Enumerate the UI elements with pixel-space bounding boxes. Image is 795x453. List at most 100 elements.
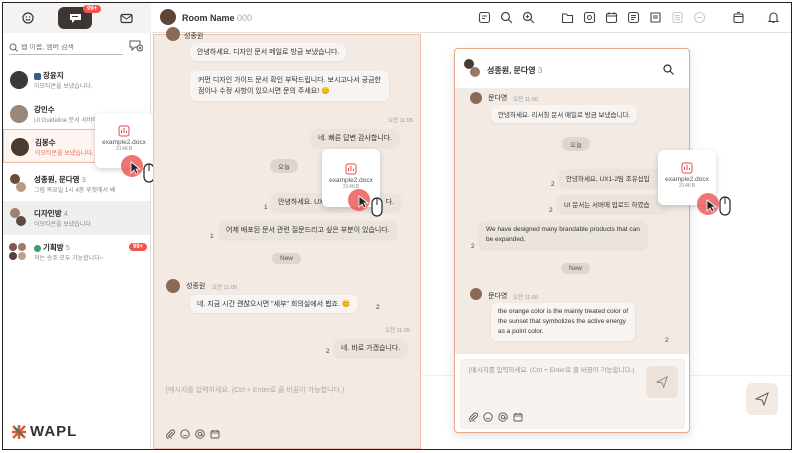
- mouse-icon: [719, 196, 731, 216]
- panel-message-input[interactable]: [메시지를 입력하세요. (Ctrl + Enter로 줄 바꿈이 가능합니다.…: [469, 366, 639, 375]
- cursor-icon: [130, 161, 142, 175]
- sender-name: 성종원: [184, 33, 204, 40]
- message-bubble[interactable]: 안녕하세요. 디자인 문서 메일로 방금 보냈습니다.: [190, 43, 347, 61]
- read-count: 2: [326, 348, 330, 355]
- cursor-icon: [358, 195, 370, 209]
- sidebar-tabs: 99+: [3, 3, 151, 33]
- message-bubble[interactable]: the orange color is the mainly treated c…: [491, 303, 636, 341]
- read-count: 1: [264, 204, 268, 211]
- mention-icon[interactable]: [195, 429, 205, 439]
- calendar-icon[interactable]: [605, 11, 618, 24]
- avatar: [18, 252, 26, 260]
- file-chart-icon: [681, 162, 693, 174]
- room-preview: UI Guideline 문서 서버에: [34, 118, 98, 124]
- avatar: [10, 71, 28, 89]
- avatar: [166, 279, 180, 293]
- message-bubble[interactable]: 네. 바로 가겠습니다.: [334, 339, 408, 357]
- message-bubble[interactable]: 네. 빠른 답변 감사합니다.: [311, 129, 400, 147]
- avatar: [9, 252, 17, 260]
- search-icon[interactable]: [663, 64, 674, 75]
- message-line: be expanded.: [486, 236, 526, 243]
- attach-icon[interactable]: [469, 412, 478, 422]
- archive-icon[interactable]: [732, 11, 745, 24]
- panel-messages: 문다영 오전 11:00 안녕하세요. 리서칭 문서 메일로 방금 보냈습니다.…: [455, 89, 689, 354]
- avatar: [470, 92, 482, 104]
- message-bubble[interactable]: 안녕하세요, UX1-2팀 조유섭입: [559, 169, 669, 187]
- message-input[interactable]: [메시지를 입력하세요. (Ctrl + Enter로 줄 바꿈이 가능합니다.…: [166, 385, 344, 395]
- board-icon[interactable]: [478, 11, 491, 24]
- schedule-icon[interactable]: [210, 429, 220, 439]
- message-time: 오전 11:05: [385, 328, 411, 334]
- message-bubble[interactable]: 네. 지금 시간 괜찮으시면 "세부" 회의실에서 뵙죠. 😊: [190, 295, 358, 313]
- avatar: [18, 243, 26, 251]
- talk-file-icon[interactable]: [583, 11, 596, 24]
- file-chart-icon: [345, 163, 357, 175]
- panel-input-toolbar: [469, 412, 523, 422]
- note-icon[interactable]: [627, 11, 640, 24]
- wapl-logo-icon: [12, 424, 26, 439]
- avatar: [470, 67, 480, 77]
- chat-header: Room Name 000: [152, 3, 791, 33]
- new-chat-button[interactable]: [129, 39, 144, 54]
- room-name: 디자인방 4: [34, 209, 68, 218]
- tab-chats[interactable]: 99+: [58, 5, 102, 29]
- avatar: [11, 138, 29, 156]
- popout-chat-panel: 성종원, 문다영 3 문다영 오전 11:00 안녕하세요. 리서칭 문서 메일…: [454, 48, 690, 433]
- room-item[interactable]: 기획방 5 저는 승주 모두 가능합니다~ 99+: [3, 235, 150, 269]
- chat-icon: [69, 14, 81, 23]
- message-line: 커먼 디자인 가이드 문서 확인 부탁드립니다. 보시고나서 궁금한: [198, 77, 381, 84]
- emoji-icon[interactable]: [483, 412, 493, 422]
- message-line: 점이나 수정 사항이 있으시면 문의 주세요! 😊: [198, 88, 330, 95]
- room-item[interactable]: 디자인방 4 이모티콘을 보냈습니다.: [3, 201, 150, 235]
- group-badge-icon: [34, 244, 41, 252]
- read-count: 2: [665, 337, 669, 344]
- file-name: example2.docx: [102, 139, 146, 146]
- app-window: 99+ 장윤지 이모티콘을 보냈습니다. 강민수 UI Guideline 문서…: [2, 2, 792, 450]
- unread-badge: 99+: [129, 243, 148, 251]
- panel-title: 성종원, 문다영 3: [487, 66, 543, 75]
- read-count: 2: [551, 181, 555, 188]
- tab-mail[interactable]: [109, 7, 143, 29]
- attach-icon[interactable]: [166, 429, 175, 439]
- message-bubble[interactable]: 안녕하세요. 리서칭 문서 메일로 방금 보냈습니다.: [491, 105, 638, 123]
- room-title: Room Name 000: [182, 13, 253, 23]
- emoji-icon[interactable]: [180, 429, 190, 439]
- message-bubble[interactable]: 커먼 디자인 가이드 문서 확인 부탁드립니다. 보시고나서 궁금한점이나 수정…: [190, 71, 389, 101]
- file-size: 314KB: [342, 184, 360, 190]
- schedule-icon[interactable]: [513, 412, 523, 422]
- message-input-area[interactable]: [메시지를 입력하세요. (Ctrl + Enter로 줄 바꿈이 가능합니다.…: [154, 375, 420, 448]
- message-time: 오전 11:00: [513, 97, 539, 103]
- send-button[interactable]: [746, 383, 778, 415]
- room-preview: 이모티콘을 보냈습니다.: [34, 222, 93, 228]
- message-bubble[interactable]: 어제 배포된 문서 관련 질문드리고 싶은 부분이 있습니다.: [219, 221, 397, 239]
- room-name: 장윤지: [34, 70, 64, 81]
- message-bubble[interactable]: We have designed many brandable products…: [479, 221, 647, 249]
- message-line: the orange color is the mainly treated c…: [498, 308, 629, 315]
- date-divider: 오늘: [562, 137, 590, 151]
- search-plus-icon[interactable]: [522, 11, 535, 24]
- chat-badge: 99+: [83, 5, 102, 13]
- message-time: 오전 11:05: [388, 118, 414, 124]
- search-icon[interactable]: [500, 11, 513, 24]
- room-item[interactable]: 장윤지 이모티콘을 보냈습니다.: [3, 63, 150, 97]
- sidebar: 99+ 장윤지 이모티콘을 보냈습니다. 강민수 UI Guideline 문서…: [3, 3, 155, 449]
- panel-send-button[interactable]: [646, 366, 678, 398]
- room-name: 기획방 5: [34, 242, 70, 253]
- tab-friends[interactable]: [11, 7, 45, 29]
- mail-icon: [119, 13, 133, 23]
- message-bubble[interactable]: UI 문서는 서버에 업로드 하였습: [557, 195, 669, 213]
- memo-icon[interactable]: [649, 11, 662, 24]
- file-size: 314KB: [115, 146, 133, 152]
- panel-input-area[interactable]: [메시지를 입력하세요. (Ctrl + Enter로 줄 바꿈이 가능합니다.…: [460, 359, 685, 429]
- sender-name: 성종원: [186, 283, 206, 290]
- folder-icon[interactable]: [561, 11, 574, 24]
- search-input[interactable]: [21, 44, 121, 51]
- file-size: 314KB: [678, 183, 696, 189]
- search-box: [9, 41, 123, 55]
- message-text: 다.: [385, 199, 394, 206]
- new-divider: New: [561, 263, 591, 274]
- room-preview: 이모티콘을 보냈습니다.: [35, 151, 94, 157]
- room-avatar: [160, 9, 176, 25]
- bell-icon[interactable]: [767, 11, 780, 24]
- mention-icon[interactable]: [498, 412, 508, 422]
